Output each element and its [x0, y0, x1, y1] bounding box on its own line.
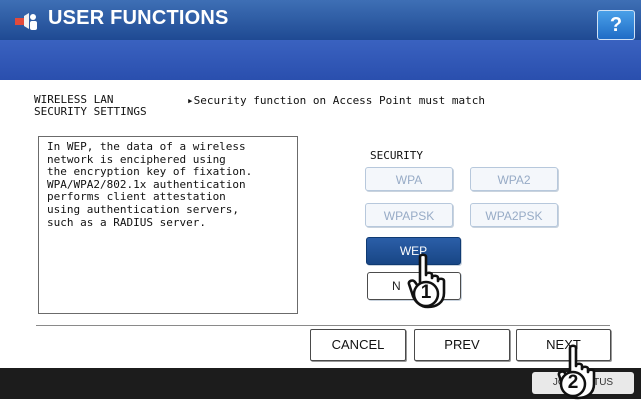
main-content: WIRELESS LAN SECURITY SETTINGS ▸Security… — [0, 80, 641, 368]
status-bar: JOB STATUS — [0, 368, 641, 399]
user-functions-icon — [15, 13, 37, 30]
none-button-label: N — [392, 279, 401, 293]
wpa2-button[interactable]: WPA2 — [470, 167, 558, 191]
step-number: 2 — [567, 372, 579, 393]
divider — [36, 325, 610, 326]
setting-label: WIRELESS LAN SECURITY SETTINGS — [34, 93, 147, 118]
title-bar: USER FUNCTIONS ? — [0, 0, 641, 40]
help-button[interactable]: ? — [597, 10, 635, 40]
description-box: In WEP, the data of a wireless network i… — [38, 136, 298, 314]
wpa2psk-button[interactable]: WPA2PSK — [470, 203, 558, 227]
description-text: In WEP, the data of a wireless network i… — [47, 140, 253, 229]
page-title: USER FUNCTIONS — [48, 7, 229, 29]
prev-button[interactable]: PREV — [414, 329, 510, 361]
cancel-button[interactable]: CANCEL — [310, 329, 406, 361]
access-point-notice: ▸Security function on Access Point must … — [187, 94, 486, 107]
step-badge-1: 1 — [412, 280, 440, 308]
wpa-button[interactable]: WPA — [365, 167, 453, 191]
wpapsk-button[interactable]: WPAPSK — [365, 203, 453, 227]
step-number: 1 — [420, 282, 432, 303]
sub-header-bar — [0, 40, 641, 80]
security-label: SECURITY — [370, 149, 423, 162]
step-badge-2: 2 — [559, 370, 587, 398]
